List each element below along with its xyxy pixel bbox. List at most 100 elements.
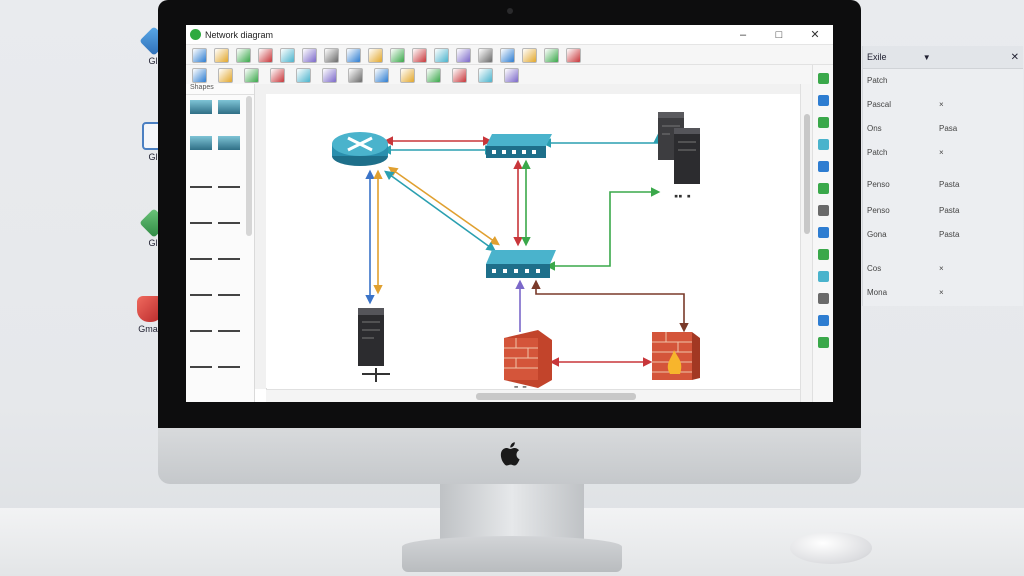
monitor-shape-icon[interactable] (218, 100, 240, 114)
folder-icon[interactable] (236, 48, 251, 63)
side-tool-icon[interactable] (818, 337, 829, 348)
pointer-icon[interactable] (346, 48, 361, 63)
magic-icon[interactable] (478, 68, 493, 83)
hub-shape-icon[interactable] (218, 136, 240, 150)
side-tool-icon[interactable] (818, 271, 829, 282)
monitor-stand-neck (440, 484, 584, 540)
link-shape-icon[interactable] (190, 208, 212, 224)
side-tool-icon[interactable] (818, 117, 829, 128)
crop-icon[interactable] (348, 68, 363, 83)
undo-icon[interactable] (270, 68, 285, 83)
side-tool-icon[interactable] (818, 249, 829, 260)
link-switch-server[interactable] (541, 133, 663, 148)
side-tool-icon[interactable] (818, 139, 829, 150)
arrange-icon[interactable] (504, 68, 519, 83)
app-window: Network diagram – □ ✕ Shapes ▪▪ ▪ ≡ ≡ (186, 25, 833, 402)
diagram-canvas[interactable]: ▪▪ ▪ ≡ ≡ ≡ (266, 94, 800, 394)
text-icon[interactable] (218, 68, 233, 83)
side-panel-title: Exile (867, 52, 887, 62)
side-tool-icon[interactable] (818, 205, 829, 216)
router-icon[interactable] (332, 132, 388, 166)
right-tool-strip (812, 65, 833, 402)
tool-shape-icon[interactable] (218, 352, 240, 368)
side-tool-icon[interactable] (818, 227, 829, 238)
globe-icon[interactable] (500, 48, 515, 63)
table-icon[interactable] (434, 48, 449, 63)
vertical-scroll-thumb[interactable] (804, 114, 810, 234)
minimize-button[interactable]: – (725, 29, 761, 41)
row-label: Patch (867, 76, 888, 85)
maximize-button[interactable]: □ (761, 29, 797, 41)
server-pair-icon[interactable]: ▪▪ ▪ (658, 112, 700, 200)
redo-icon[interactable] (324, 48, 339, 63)
image-icon[interactable] (302, 48, 317, 63)
link-router-switch2[interactable] (388, 166, 500, 246)
layers-icon[interactable] (412, 48, 427, 63)
link-switch2-server[interactable] (545, 187, 661, 271)
switch-shape-icon[interactable] (190, 100, 212, 114)
shape-icon[interactable] (390, 48, 405, 63)
row-label: Penso (867, 180, 890, 189)
row-label: Penso (867, 206, 890, 215)
firewall-icon[interactable]: ≡≡ (652, 332, 700, 394)
server-shape-icon[interactable] (190, 136, 212, 150)
split-shape-icon[interactable] (218, 316, 240, 332)
firewall-label: ≡ ≡ (514, 384, 527, 388)
palette-scrollbar[interactable] (246, 96, 252, 236)
close-icon[interactable]: ✕ (1011, 52, 1019, 63)
page-icon[interactable] (258, 48, 273, 63)
frame-icon[interactable] (426, 68, 441, 83)
link-switch2-firewall[interactable] (531, 279, 689, 333)
close-button[interactable]: ✕ (797, 28, 833, 41)
row-label: Mona (867, 288, 888, 297)
port-shape-icon[interactable] (190, 352, 212, 368)
side-tool-icon[interactable] (818, 95, 829, 106)
align-icon[interactable] (478, 48, 493, 63)
disk-shape-icon[interactable] (218, 172, 240, 188)
server-label: ▪▪ ▪ (674, 192, 691, 200)
palette-header: Shapes (186, 84, 254, 95)
pointer-icon[interactable] (192, 68, 207, 83)
arrow-shape-icon[interactable] (190, 316, 212, 332)
dropdown-icon[interactable]: ▼ (923, 53, 931, 62)
grid-icon[interactable] (456, 48, 471, 63)
side-tool-icon[interactable] (818, 315, 829, 326)
zoom-icon[interactable] (280, 48, 295, 63)
server-icon[interactable] (358, 308, 390, 382)
firewall-label: ≡≡ (664, 386, 672, 388)
dropdown-icon[interactable] (566, 48, 581, 63)
cable-shape-icon[interactable] (190, 172, 212, 188)
line-icon[interactable] (296, 68, 311, 83)
save-icon[interactable] (192, 48, 207, 63)
arrow-icon[interactable] (544, 48, 559, 63)
network-links (365, 133, 689, 367)
row-label: Pascal (867, 100, 892, 109)
connector-icon[interactable] (368, 48, 383, 63)
share-icon[interactable] (522, 48, 537, 63)
horizontal-scrollbar[interactable] (266, 389, 800, 402)
side-tool-icon[interactable] (818, 293, 829, 304)
arrow-shape-icon[interactable] (190, 280, 212, 296)
connect-icon[interactable] (400, 68, 415, 83)
branch-shape-icon[interactable] (218, 244, 240, 260)
fill-icon[interactable] (374, 68, 389, 83)
select-icon[interactable] (452, 68, 467, 83)
folder-icon[interactable] (244, 68, 259, 83)
node-shape-icon[interactable] (218, 208, 240, 224)
window-title: Network diagram (205, 29, 274, 40)
side-tool-icon[interactable] (818, 73, 829, 84)
side-tool-icon[interactable] (818, 161, 829, 172)
side-tool-icon[interactable] (818, 183, 829, 194)
switch-icon[interactable] (486, 250, 556, 278)
row-value: Pasta (939, 206, 960, 215)
firewall-icon[interactable]: ≡ ≡ (504, 330, 552, 392)
bus-shape-icon[interactable] (218, 280, 240, 296)
pen-icon[interactable] (322, 68, 337, 83)
horizontal-scroll-thumb[interactable] (476, 393, 636, 400)
side-panel-header[interactable]: Exile ▼ ✕ (863, 46, 1023, 69)
switch-icon[interactable] (486, 134, 552, 158)
link-router-switch2[interactable] (384, 170, 496, 252)
open-folder-icon[interactable] (214, 48, 229, 63)
row-label: Ons (867, 124, 882, 133)
antenna-shape-icon[interactable] (190, 244, 212, 260)
